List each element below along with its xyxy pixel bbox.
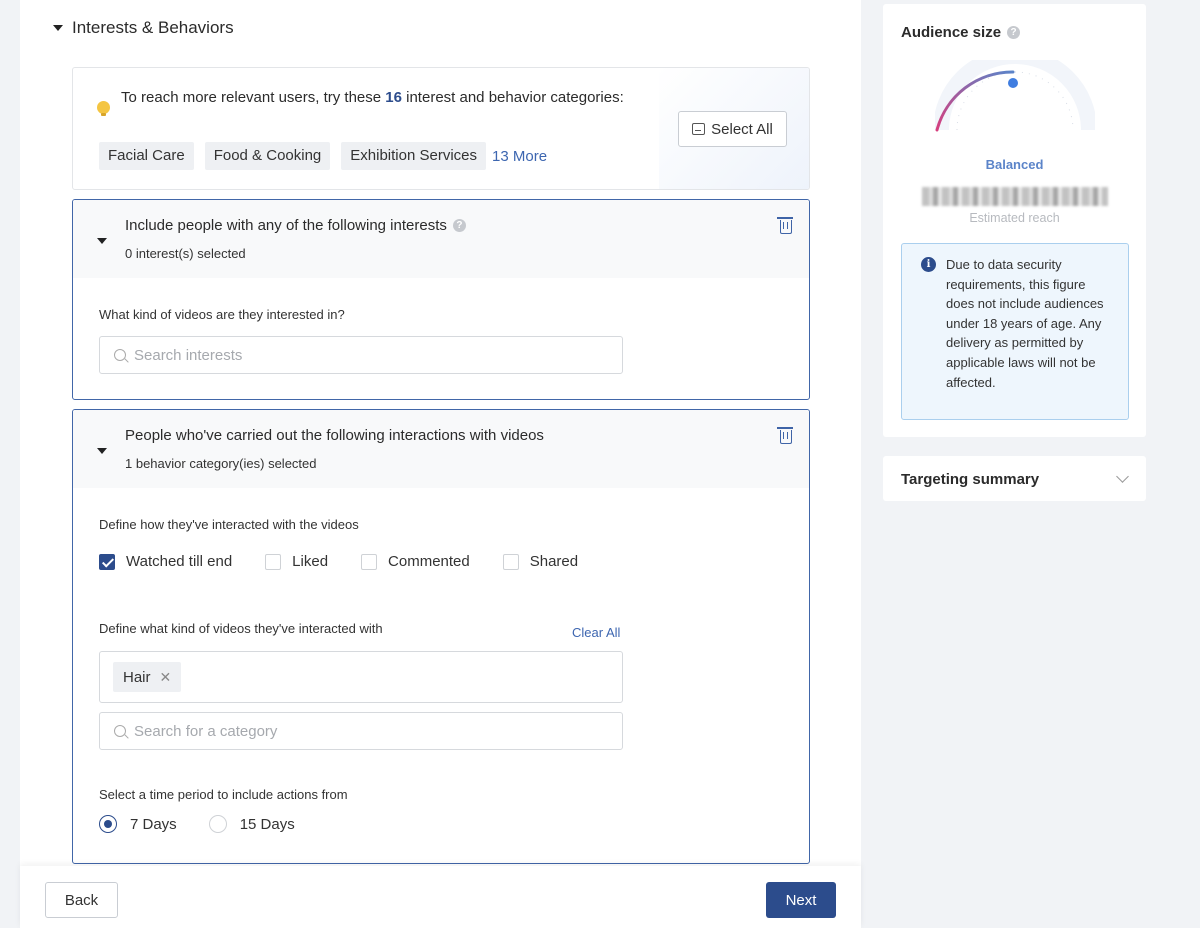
interests-card: Include people with any of the following… <box>72 199 810 400</box>
interests-card-title: Include people with any of the following… <box>125 217 466 234</box>
behaviors-card: People who've carried out the following … <box>72 409 810 864</box>
gauge-indicator <box>1008 78 1018 88</box>
suggestion-box: To reach more relevant users, try these … <box>72 67 810 190</box>
checkbox-liked[interactable]: Liked <box>265 553 328 570</box>
caret-down-icon[interactable] <box>97 238 107 244</box>
interests-search[interactable] <box>99 336 623 374</box>
interests-card-header[interactable]: Include people with any of the following… <box>73 200 809 278</box>
info-icon: i <box>921 257 936 272</box>
trash-icon[interactable] <box>777 427 793 444</box>
checkbox-shared[interactable]: Shared <box>502 553 578 570</box>
next-button[interactable]: Next <box>766 882 836 918</box>
suggestion-tags: Facial Care Food & Cooking Exhibition Se… <box>99 142 547 170</box>
targeting-summary-card[interactable]: Targeting summary <box>883 456 1146 501</box>
category-chip: Hair ✕ <box>113 662 182 692</box>
caret-down-icon[interactable] <box>53 25 63 31</box>
remove-chip-icon[interactable]: ✕ <box>160 669 172 686</box>
more-categories-link[interactable]: 13 More <box>492 148 547 165</box>
checkbox[interactable] <box>502 553 519 570</box>
radio[interactable] <box>208 815 227 833</box>
chevron-down-icon[interactable] <box>1116 470 1129 483</box>
help-icon[interactable]: ? <box>1007 26 1021 39</box>
category-search-input[interactable] <box>134 722 614 740</box>
caret-down-icon[interactable] <box>97 448 107 454</box>
main-panel: Interests & Behaviors To reach more rele… <box>20 0 861 928</box>
radio-15-days[interactable]: 15 Days <box>208 815 295 833</box>
footer-bar: Back Next <box>20 866 861 928</box>
behaviors-card-header[interactable]: People who've carried out the following … <box>73 410 809 488</box>
radio-selected[interactable] <box>99 815 117 833</box>
checkbox[interactable] <box>265 553 282 570</box>
period-label: Select a time period to include actions … <box>99 787 348 802</box>
checkbox-watched-till-end[interactable]: Watched till end <box>99 553 232 570</box>
category-search[interactable] <box>99 712 623 750</box>
interests-search-input[interactable] <box>134 346 614 364</box>
audience-status: Balanced <box>985 157 1044 172</box>
trash-icon[interactable] <box>777 217 793 234</box>
search-icon <box>114 349 126 361</box>
suggested-tag[interactable]: Facial Care <box>99 142 194 170</box>
period-radio-group: 7 Days 15 Days <box>99 815 327 833</box>
suggestion-count: 16 <box>385 89 402 106</box>
suggestion-text: To reach more relevant users, try these … <box>121 89 624 106</box>
behaviors-card-title: People who've carried out the following … <box>125 427 544 444</box>
back-button[interactable]: Back <box>45 882 118 918</box>
suggested-tag[interactable]: Exhibition Services <box>341 142 487 170</box>
data-security-notice: i Due to data security requirements, thi… <box>901 243 1129 420</box>
gauge-track <box>935 60 1095 131</box>
blurred-reach-value <box>922 187 1108 206</box>
targeting-summary-title: Targeting summary <box>901 471 1040 488</box>
interests-question: What kind of videos are they interested … <box>99 307 345 322</box>
checkbox[interactable] <box>361 553 378 570</box>
behaviors-count: 1 behavior category(ies) selected <box>125 456 317 471</box>
lightbulb-icon <box>97 101 110 116</box>
audience-gauge <box>935 60 1095 132</box>
suggested-tag[interactable]: Food & Cooking <box>204 142 331 170</box>
clear-all-link[interactable]: Clear All <box>572 625 620 640</box>
interaction-checkboxes: Watched till end Liked Commented Shared <box>99 553 611 570</box>
section-header[interactable]: Interests & Behaviors <box>53 18 234 38</box>
video-kind-label: Define what kind of videos they've inter… <box>99 621 383 636</box>
section-title: Interests & Behaviors <box>72 18 234 37</box>
interests-count: 0 interest(s) selected <box>125 246 246 261</box>
audience-size-title: Audience size ? <box>901 24 1021 41</box>
checkbox-commented[interactable]: Commented <box>361 553 470 570</box>
select-all-button[interactable]: Select All <box>678 111 787 147</box>
help-icon[interactable]: ? <box>452 219 466 232</box>
interaction-label: Define how they've interacted with the v… <box>99 517 359 532</box>
estimated-reach-label: Estimated reach <box>969 211 1060 225</box>
selected-categories-box[interactable]: Hair ✕ <box>99 651 623 703</box>
search-icon <box>114 725 126 737</box>
checkbox-checked[interactable] <box>99 553 115 570</box>
audience-size-card: Audience size ? Balanced Estimated reach… <box>883 4 1146 437</box>
radio-7-days[interactable]: 7 Days <box>99 815 177 833</box>
inbox-icon <box>692 123 706 135</box>
